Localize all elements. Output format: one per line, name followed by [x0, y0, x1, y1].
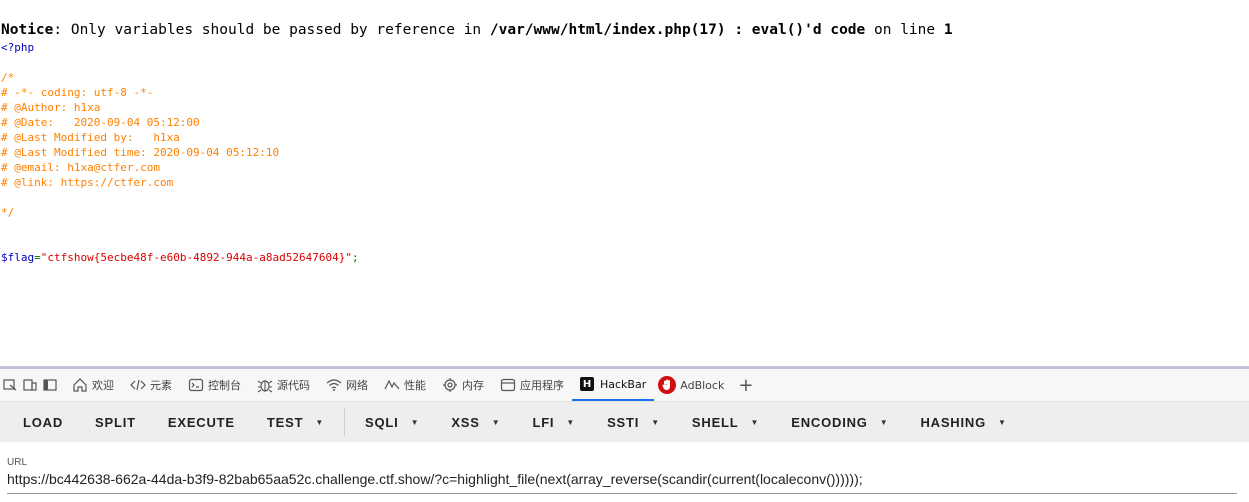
- flag-equals: =: [34, 251, 41, 264]
- caret-down-icon: ▼: [998, 417, 1007, 427]
- notice-message: : Only variables should be passed by ref…: [53, 22, 490, 38]
- tab-adblock-label: AdBlock: [680, 378, 725, 392]
- notice-label: Notice: [1, 22, 54, 38]
- caret-down-icon: ▼: [491, 417, 501, 427]
- sqli-dropdown-label: SQLI: [365, 414, 399, 430]
- comment-line: */: [1, 206, 15, 219]
- wifi-icon: [326, 377, 342, 393]
- code-icon: [130, 377, 146, 393]
- encoding-dropdown-label: ENCODING: [791, 414, 868, 430]
- split-button[interactable]: SPLIT: [79, 402, 152, 442]
- adblock-icon: [658, 376, 677, 394]
- caret-down-icon: ▼: [879, 417, 889, 427]
- hackbar-icon: H: [580, 377, 594, 391]
- toolbar-divider: [344, 408, 346, 436]
- tab-welcome[interactable]: 欢迎: [64, 369, 122, 401]
- tab-sources[interactable]: 源代码: [249, 369, 318, 401]
- tab-application-label: 应用程序: [520, 379, 564, 392]
- tab-elements[interactable]: 元素: [122, 369, 180, 401]
- php-open-tag: <?php: [1, 41, 35, 54]
- comment-line: /*: [1, 71, 15, 84]
- url-input[interactable]: https://bc442638-662a-44da-b3f9-82bab65a…: [7, 471, 1237, 494]
- comment-line: # @link: https://ctfer.com: [1, 176, 174, 189]
- console-icon: [188, 377, 204, 393]
- tab-sources-label: 源代码: [277, 379, 310, 392]
- notice-path: /var/www/html/index.php(17) : eval()'d c…: [489, 22, 866, 38]
- dock-side-icon[interactable]: [42, 377, 58, 393]
- lfi-dropdown-label: LFI: [532, 414, 555, 430]
- ssti-dropdown[interactable]: SSTI ▼: [591, 402, 676, 442]
- add-tab-button[interactable]: +: [732, 369, 759, 401]
- php-output-page: Notice: Only variables should be passed …: [0, 0, 1249, 368]
- flag-value: "ctfshow{5ecbe48f-e60b-4892-944a-a8ad526…: [40, 251, 353, 264]
- tab-elements-label: 元素: [150, 379, 172, 392]
- xss-dropdown[interactable]: XSS ▼: [435, 402, 516, 442]
- bug-icon: [257, 377, 273, 393]
- hashing-dropdown[interactable]: HASHING ▼: [904, 402, 1022, 442]
- device-toolbar-toggle[interactable]: [0, 369, 64, 401]
- shell-dropdown-label: SHELL: [691, 414, 739, 430]
- device-icon[interactable]: [22, 377, 38, 393]
- hashing-dropdown-label: HASHING: [920, 414, 986, 430]
- devtools-tab-bar: 欢迎 元素 控制台 源代码 网络 性能 内存 应用程序 H HackBar AdB…: [0, 369, 1249, 402]
- tab-application[interactable]: 应用程序: [492, 369, 572, 401]
- notice-on-line: on line: [865, 22, 944, 38]
- flag-variable: $flag: [1, 251, 35, 264]
- shell-dropdown[interactable]: SHELL ▼: [676, 402, 775, 442]
- caret-down-icon: ▼: [651, 417, 660, 427]
- performance-icon: [384, 377, 400, 393]
- tab-performance[interactable]: 性能: [376, 369, 434, 401]
- php-notice: Notice: Only variables should be passed …: [1, 22, 953, 38]
- flag-line: $flag="ctfshow{5ecbe48f-e60b-4892-944a-a…: [1, 250, 359, 265]
- tab-welcome-label: 欢迎: [92, 379, 114, 392]
- tab-console-label: 控制台: [208, 379, 241, 392]
- ssti-dropdown-label: SSTI: [607, 414, 640, 430]
- comment-line: # @Date: 2020-09-04 05:12:00: [1, 116, 200, 129]
- tab-memory[interactable]: 内存: [434, 369, 492, 401]
- comment-line: # @email: h1xa@ctfer.com: [1, 161, 160, 174]
- tab-network[interactable]: 网络: [318, 369, 376, 401]
- tab-hackbar-label: HackBar: [600, 377, 647, 391]
- url-field-container: URL https://bc442638-662a-44da-b3f9-82ba…: [0, 442, 1249, 502]
- comment-line: # -*- coding: utf-8 -*-: [1, 86, 154, 99]
- encoding-dropdown[interactable]: ENCODING ▼: [775, 402, 904, 442]
- home-icon: [72, 377, 88, 393]
- comment-line: # @Last Modified time: 2020-09-04 05:12:…: [1, 146, 280, 159]
- tab-network-label: 网络: [346, 379, 368, 392]
- inspect-icon[interactable]: [2, 377, 18, 393]
- tab-hackbar[interactable]: H HackBar: [572, 369, 655, 401]
- caret-down-icon: ▼: [315, 417, 325, 427]
- tab-performance-label: 性能: [404, 379, 426, 392]
- sqli-dropdown[interactable]: SQLI ▼: [349, 402, 435, 442]
- execute-button[interactable]: EXECUTE: [152, 402, 251, 442]
- url-label: URL: [7, 457, 28, 468]
- tab-console[interactable]: 控制台: [180, 369, 249, 401]
- flag-semicolon: ;: [352, 251, 359, 264]
- lfi-dropdown[interactable]: LFI ▼: [516, 402, 591, 442]
- comment-line: # @Last Modified by: h1xa: [1, 131, 180, 144]
- test-dropdown-label: TEST: [266, 414, 304, 430]
- caret-down-icon: ▼: [750, 417, 760, 427]
- memory-icon: [442, 377, 458, 393]
- comment-line: # @Author: h1xa: [1, 101, 101, 114]
- caret-down-icon: ▼: [410, 417, 420, 427]
- xss-dropdown-label: XSS: [451, 414, 480, 430]
- caret-down-icon: ▼: [566, 417, 576, 427]
- load-button[interactable]: LOAD: [0, 402, 79, 442]
- notice-line-number: 1: [943, 22, 953, 38]
- test-dropdown[interactable]: TEST ▼: [251, 402, 340, 442]
- hackbar-toolbar: LOAD SPLIT EXECUTE TEST ▼ SQLI ▼ XSS ▼ LFI ▼…: [0, 402, 1249, 442]
- tab-memory-label: 内存: [462, 379, 484, 392]
- application-icon: [500, 377, 516, 393]
- tab-adblock[interactable]: AdBlock: [654, 369, 732, 401]
